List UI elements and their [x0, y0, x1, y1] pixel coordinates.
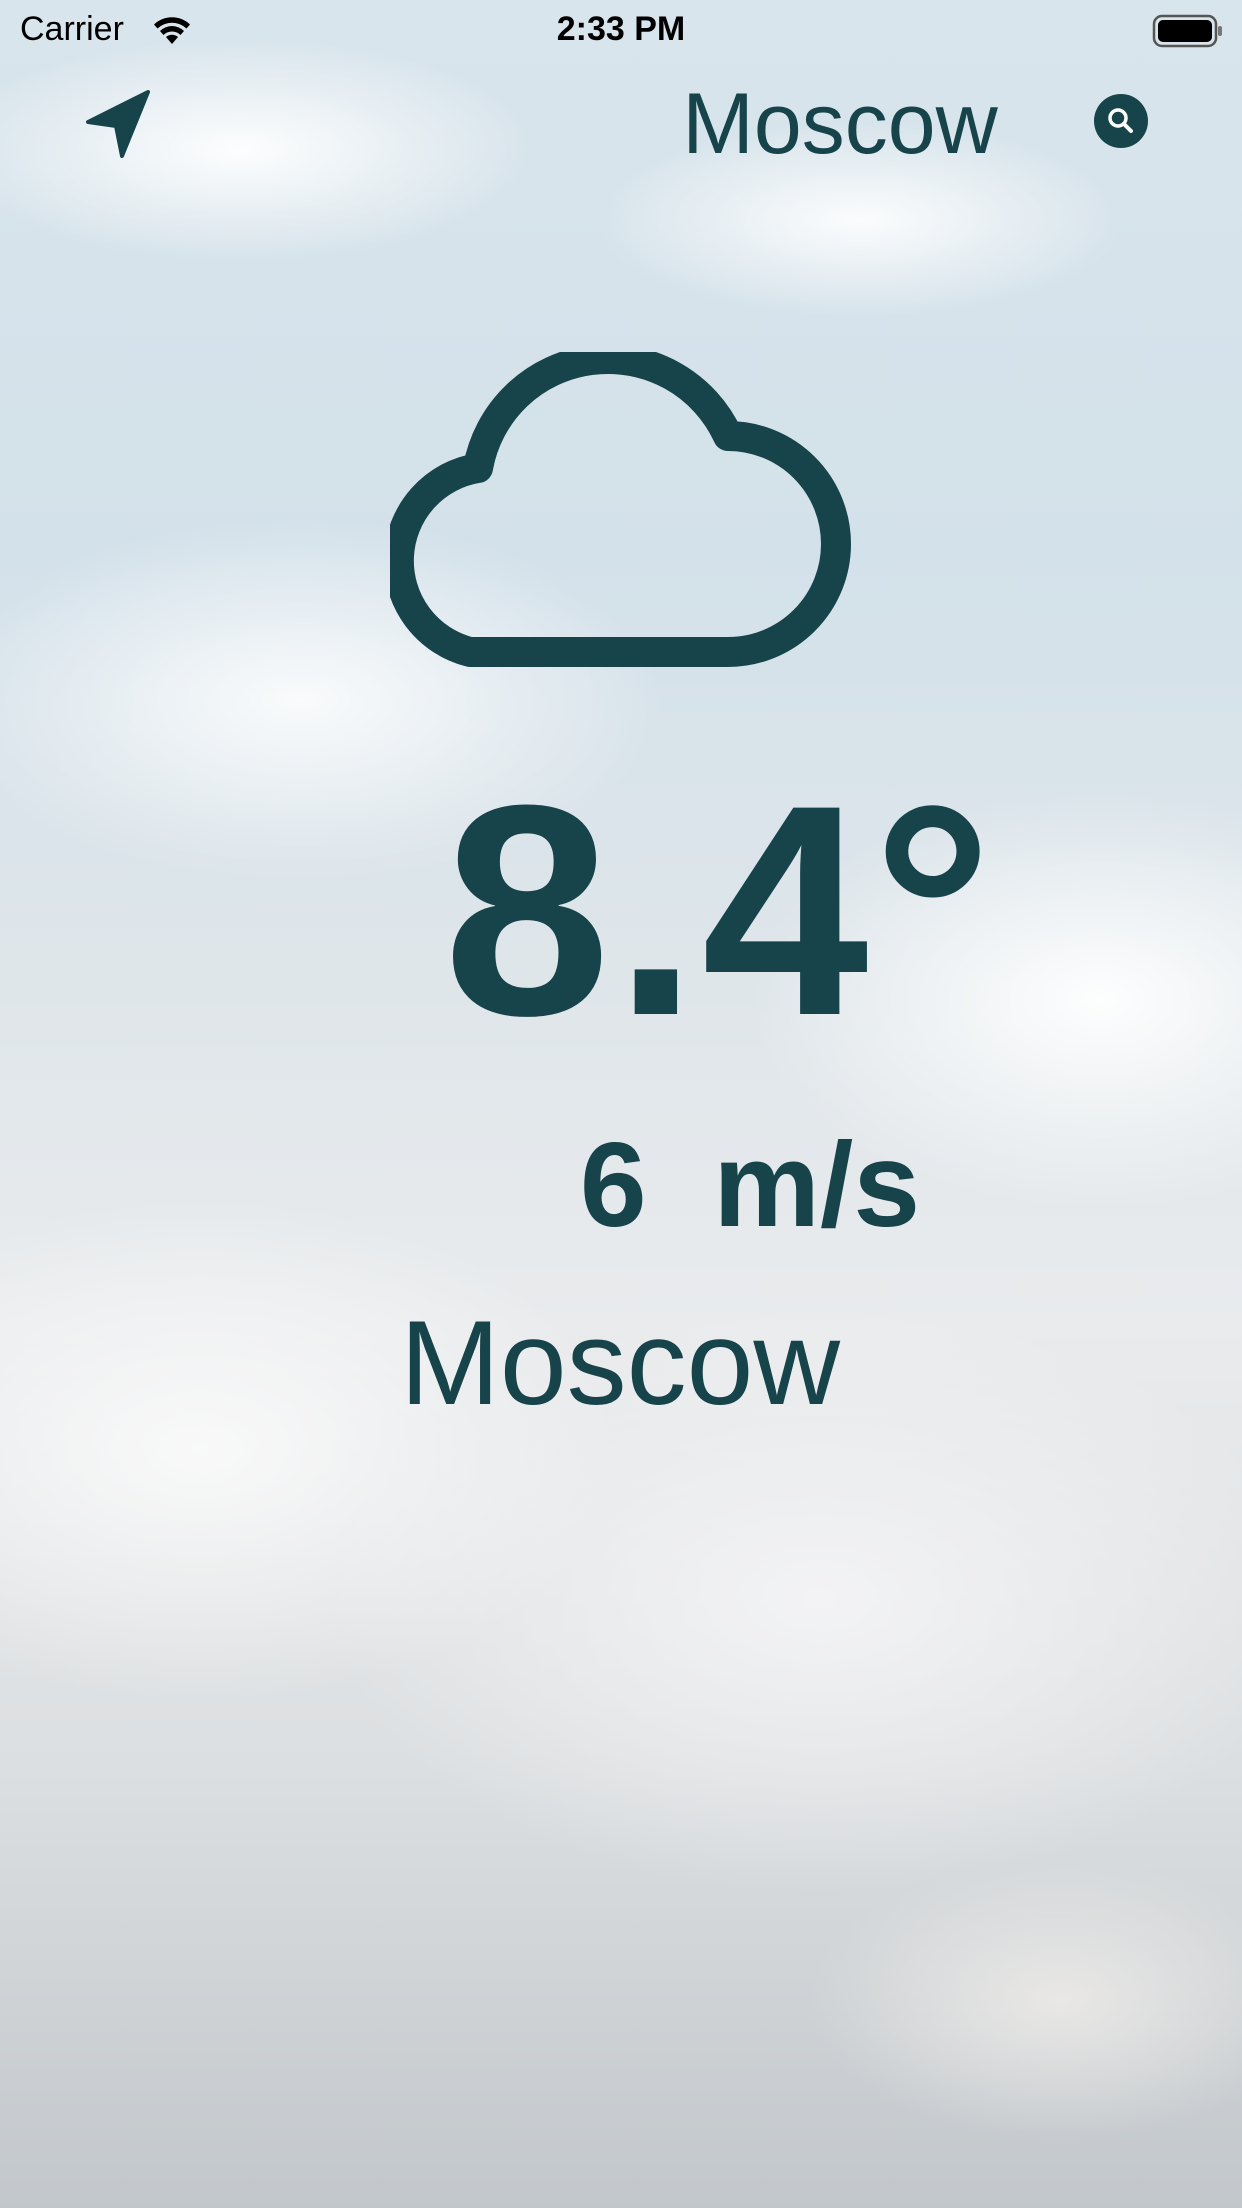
status-time: 2:33 PM	[556, 10, 686, 48]
header-city-title: Moscow	[682, 76, 998, 172]
location-arrow-icon[interactable]	[80, 84, 160, 164]
search-icon	[1108, 108, 1133, 133]
wind-speed: 6 m/s	[579, 1118, 921, 1252]
cloud-icon	[390, 352, 851, 667]
status-bar: Carrier 2:33 PM	[0, 0, 1242, 60]
temperature-value: 8.4°	[443, 742, 997, 1078]
battery-icon	[1152, 14, 1222, 48]
search-button[interactable]	[1094, 94, 1148, 148]
city-name: Moscow	[399, 1296, 841, 1430]
